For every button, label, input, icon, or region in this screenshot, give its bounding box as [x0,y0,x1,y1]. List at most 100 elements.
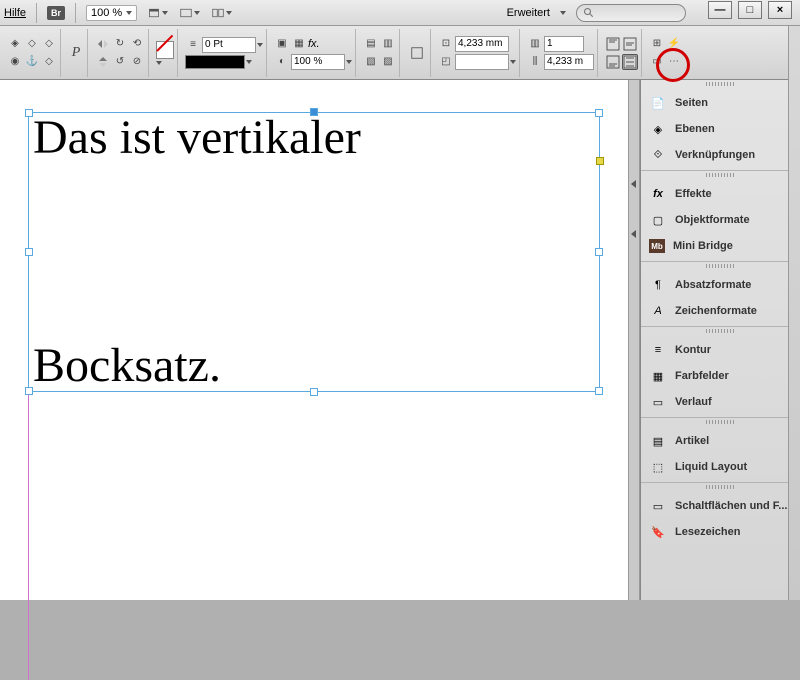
clear-transform-icon[interactable]: ⊘ [129,54,145,70]
collapsed-right-dock[interactable] [788,26,800,600]
panel-absatzformate[interactable]: ¶Absatzformate [641,272,800,298]
panel-label: Verknüpfungen [675,149,755,161]
select-content-icon[interactable]: ◈ [7,36,23,52]
panel-ebenen[interactable]: ◈Ebenen [641,116,800,142]
panel-label: Objektformate [675,214,750,226]
zoom-value: 100 % [91,7,122,19]
select-next-icon[interactable]: ◇ [41,36,57,52]
control-panel: ◈ ◇ ◇ ◉ ⚓ ◇ P ↻ ⟲ ↺ ⊘ ≡ 0 Pt [0,26,800,80]
panel-grip-icon[interactable] [706,420,736,424]
rotate-ccw-icon[interactable]: ↺ [112,54,128,70]
flip-h-icon[interactable] [95,36,111,52]
liquid-icon: ⬚ [649,459,667,475]
stroke-weight-input[interactable]: 0 Pt [202,37,256,53]
chevron-down-icon [560,11,566,15]
options-icon[interactable]: ⋯ [666,54,682,70]
drop-shadow-icon[interactable]: ▣ [274,36,290,52]
fx-icon: fx [649,186,667,202]
minimize-button[interactable]: — [708,1,732,19]
panel-grip-icon[interactable] [706,485,736,489]
search-input[interactable] [576,4,686,22]
text-wrap-bbox-icon[interactable]: ▥ [380,36,396,52]
select-parent-icon[interactable]: ◇ [41,54,57,70]
panel-label: Ebenen [675,123,715,135]
panel-effekte[interactable]: fxEffekte [641,181,800,207]
collapsed-dock[interactable] [628,80,640,600]
corner-shape-input[interactable] [455,54,509,70]
swatches-icon: ▦ [649,368,667,384]
anchor-icon[interactable]: ⚓ [24,54,40,70]
arrange-icon[interactable] [211,3,233,23]
panel-label: Kontur [675,344,711,356]
workspace-label[interactable]: Erweitert [507,7,550,19]
valign-center-icon[interactable] [622,36,638,52]
panel-zeichenformate[interactable]: AZeichenformate [641,298,800,324]
close-button[interactable]: × [768,1,792,19]
panel-grip-icon[interactable] [706,329,736,333]
panel-farbfelder[interactable]: ▦Farbfelder [641,363,800,389]
help-menu[interactable]: Hilfe [4,7,26,19]
gutter-input[interactable]: 4,233 m [544,54,594,70]
valign-top-icon[interactable] [605,36,621,52]
rotate-cw-icon[interactable]: ↻ [112,36,128,52]
corner-radius-icon: ◰ [438,54,454,70]
text-wrap-jump-icon[interactable]: ▨ [380,54,396,70]
inset-input[interactable]: 4,233 mm [455,36,509,52]
fill-none-icon[interactable] [156,41,174,59]
panel-label: Lesezeichen [675,526,740,538]
panel-kontur[interactable]: ≡ Kontur [641,337,800,363]
panel-group: ≡ Kontur ▦Farbfelder ▭Verlauf [641,335,800,418]
flip-v-icon[interactable] [95,54,111,70]
panel-grip-icon[interactable] [706,173,736,177]
text-line-2[interactable]: Bocksatz. [33,341,595,391]
panel-grip-icon[interactable] [706,82,736,86]
valign-justify-icon[interactable] [622,54,638,70]
zoom-level[interactable]: 100 % [86,5,137,21]
text-wrap-shape-icon[interactable]: ▧ [363,54,379,70]
panel-grip-icon[interactable] [706,264,736,268]
text-frame[interactable]: Das ist vertikaler Bocksatz. [28,112,600,392]
stroke-icon: ≡ [649,342,667,358]
feather-icon[interactable]: ▦ [291,36,307,52]
panel-label: Seiten [675,97,708,109]
opacity-input[interactable]: 100 % [291,54,345,70]
fx-label[interactable]: fx. [308,38,320,50]
panel-label: Zeichenformate [675,305,757,317]
panel-objektformate[interactable]: ▢Objektformate [641,207,800,233]
presentation-icon[interactable]: ▭ [649,54,665,70]
auto-fit-icon[interactable]: ⊞ [649,36,665,52]
text-line-1[interactable]: Das ist vertikaler [33,113,595,163]
panel-minibridge[interactable]: MbMini Bridge [641,233,800,259]
maximize-button[interactable]: □ [738,1,762,19]
lightning-icon[interactable]: ⚡ [666,36,682,52]
stroke-style-swatch[interactable] [185,55,245,69]
document-canvas[interactable]: Das ist vertikaler Bocksatz. [0,80,640,600]
text-wrap-none-icon[interactable]: ▤ [363,36,379,52]
chevron-down-icon [346,60,352,64]
pages-icon: 📄 [649,95,667,111]
panel-group: fxEffekte ▢Objektformate MbMini Bridge [641,179,800,262]
panel-verknuepfungen[interactable]: ⟐Verknüpfungen [641,142,800,168]
select-container-icon[interactable]: ◉ [7,54,23,70]
paragraph-style-icon[interactable]: P [68,45,84,61]
bookmark-icon: 🔖 [649,524,667,540]
corner-options-icon[interactable] [407,43,427,63]
margin-guide [28,394,29,680]
panel-lesezeichen[interactable]: 🔖 Lesezeichen [641,519,800,545]
panel-liquid[interactable]: ⬚ Liquid Layout [641,454,800,480]
panel-artikel[interactable]: ▤Artikel [641,428,800,454]
screen-mode-icon[interactable] [179,3,201,23]
panel-seiten[interactable]: 📄 Seiten [641,90,800,116]
panel-label: Absatzformate [675,279,751,291]
panel-label: Liquid Layout [675,461,747,473]
stroke-weight-icon: ≡ [185,37,201,53]
rotate-180-icon[interactable]: ⟲ [129,36,145,52]
panel-schaltflaechen[interactable]: ▭Schaltflächen und F... [641,493,800,519]
panel-verlauf[interactable]: ▭Verlauf [641,389,800,415]
valign-bottom-icon[interactable] [605,54,621,70]
select-prev-icon[interactable]: ◇ [24,36,40,52]
columns-input[interactable]: 1 [544,36,584,52]
view-options-icon[interactable] [147,3,169,23]
bridge-icon[interactable]: Br [47,6,65,20]
search-icon [583,7,595,19]
